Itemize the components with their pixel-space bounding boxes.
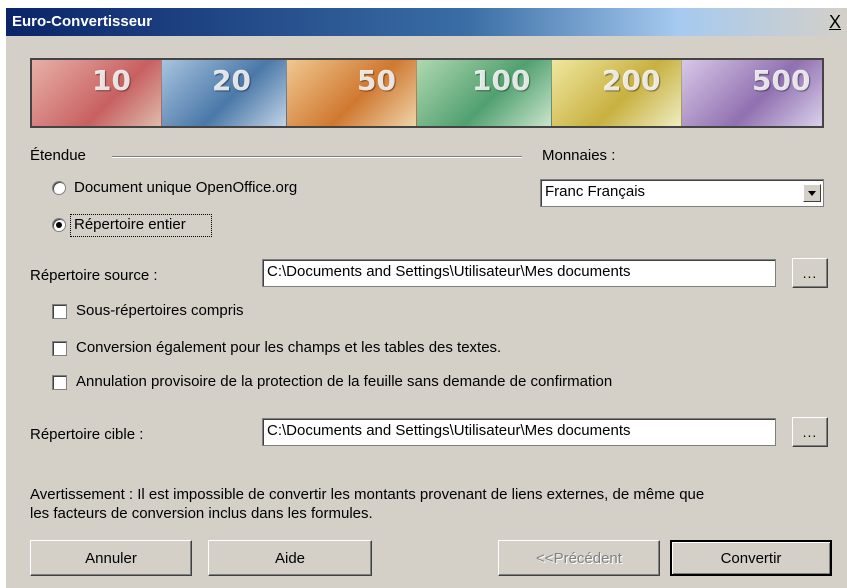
euro-banknotes-banner: 10 20 50 100 200 500 xyxy=(30,58,824,128)
banknote-100: 100 xyxy=(417,60,552,126)
banknote-10: 10 xyxy=(32,60,162,126)
source-directory-label: Répertoire source : xyxy=(30,267,158,284)
checkbox-unprotect-sheets-label[interactable]: Annulation provisoire de la protection d… xyxy=(76,373,612,390)
checkbox-convert-fields-tables[interactable] xyxy=(52,341,67,356)
currency-value: Franc Français xyxy=(545,183,646,200)
target-browse-button[interactable]: ... xyxy=(792,417,828,447)
help-button[interactable]: Aide xyxy=(208,540,372,576)
warning-text-line-2: les facteurs de conversion inclus dans l… xyxy=(30,505,373,522)
banknote-200: 200 xyxy=(552,60,682,126)
target-directory-label: Répertoire cible : xyxy=(30,426,144,443)
radio-single-document-label[interactable]: Document unique OpenOffice.org xyxy=(74,179,297,196)
scope-group-divider xyxy=(112,156,522,158)
window-title: Euro-Convertisseur xyxy=(12,13,153,30)
checkbox-include-subdirectories-label[interactable]: Sous-répertoires compris xyxy=(76,302,244,319)
radio-whole-directory[interactable] xyxy=(52,218,66,232)
source-browse-button[interactable]: ... xyxy=(792,258,828,288)
banknote-500: 500 xyxy=(682,60,822,126)
target-directory-value: C:\Documents and Settings\Utilisateur\Me… xyxy=(267,422,631,439)
checkbox-unprotect-sheets[interactable] xyxy=(52,375,67,390)
source-directory-input[interactable]: C:\Documents and Settings\Utilisateur\Me… xyxy=(262,259,776,287)
convert-button[interactable]: Convertir xyxy=(670,540,832,576)
title-bar: Euro-Convertisseur X xyxy=(6,8,847,36)
radio-single-document[interactable] xyxy=(52,181,66,195)
scope-group-label: Étendue xyxy=(30,147,86,164)
previous-button[interactable]: <<Précédent xyxy=(498,540,660,576)
chevron-down-icon[interactable] xyxy=(803,184,821,202)
checkbox-convert-fields-tables-label[interactable]: Conversion également pour les champs et … xyxy=(76,339,501,356)
euro-converter-dialog: Euro-Convertisseur X 10 20 50 100 200 50… xyxy=(6,8,847,588)
target-directory-input[interactable]: C:\Documents and Settings\Utilisateur\Me… xyxy=(262,418,776,446)
banknote-20: 20 xyxy=(162,60,287,126)
checkbox-include-subdirectories[interactable] xyxy=(52,304,67,319)
cancel-button[interactable]: Annuler xyxy=(30,540,192,576)
banknote-50: 50 xyxy=(287,60,417,126)
currency-dropdown[interactable]: Franc Français xyxy=(540,179,824,207)
radio-whole-directory-label[interactable]: Répertoire entier xyxy=(74,216,186,233)
warning-text-line-1: Avertissement : Il est impossible de con… xyxy=(30,486,705,503)
source-directory-value: C:\Documents and Settings\Utilisateur\Me… xyxy=(267,263,631,280)
currency-label: Monnaies : xyxy=(542,147,616,164)
close-button[interactable]: X xyxy=(825,12,845,32)
